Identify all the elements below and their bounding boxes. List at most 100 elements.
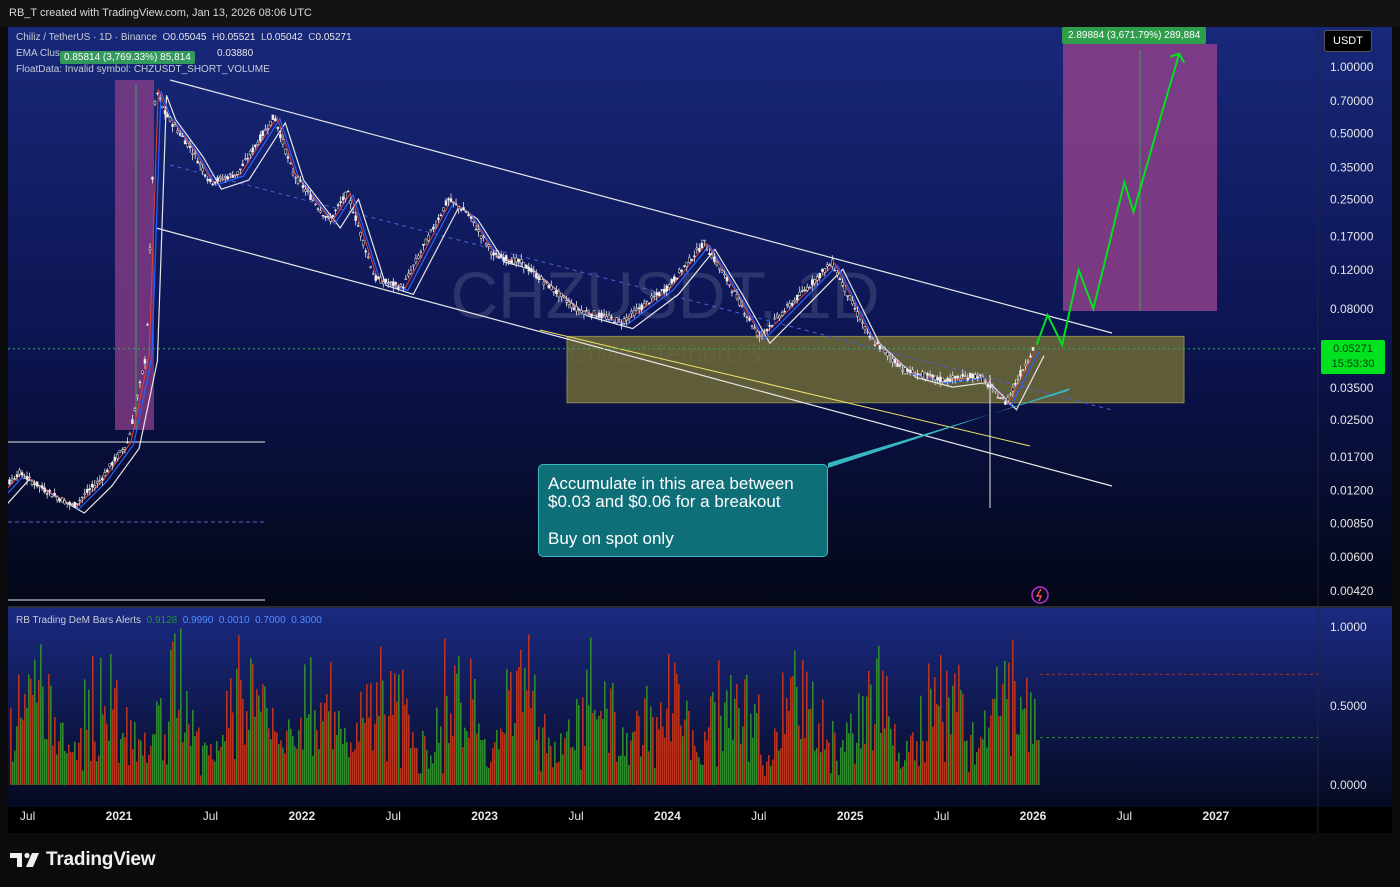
indicator-bar: [136, 761, 138, 785]
indicator-bar: [826, 739, 828, 785]
indicator-bar: [160, 698, 162, 785]
price-candle: [271, 114, 275, 120]
indicator-bar: [600, 710, 602, 785]
indicator-bar: [366, 684, 368, 785]
price-candle: [848, 295, 852, 301]
indicator-bar: [96, 761, 98, 785]
indicator-bar: [502, 731, 504, 785]
indicator-bar: [272, 707, 274, 785]
indicator-bar: [170, 649, 172, 785]
indicator-bar: [448, 743, 450, 785]
indicator-bar: [804, 738, 806, 785]
indicator-bar: [962, 693, 964, 785]
indicator-bar: [740, 743, 742, 785]
indicator-bar: [1038, 740, 1040, 785]
price-tick-label: 0.70000: [1330, 94, 1374, 108]
indicator-bar: [154, 734, 156, 785]
indicator-bar: [46, 739, 48, 785]
indicator-bar: [582, 697, 584, 785]
indicator-bar: [148, 754, 150, 785]
indicator-bar: [658, 729, 660, 785]
indicator-bar: [718, 660, 720, 785]
indicator-bar: [676, 673, 678, 785]
price-candle: [1031, 347, 1035, 352]
indicator-bar: [458, 656, 460, 785]
indicator-bar: [1004, 660, 1006, 785]
indicator-bar: [14, 750, 16, 785]
indicator-bar: [832, 720, 834, 785]
indicator-bar: [894, 723, 896, 785]
indicator-bar: [342, 743, 344, 785]
indicator-bar: [786, 698, 788, 785]
price-candle: [50, 495, 54, 498]
indicator-bar: [592, 712, 594, 785]
indicator-bar: [114, 688, 116, 785]
indicator-bar: [958, 664, 960, 785]
indicator-bar: [554, 741, 556, 785]
indicator-bar: [84, 679, 86, 785]
indicator-bar: [524, 668, 526, 785]
indicator-bar: [50, 685, 52, 785]
indicator-bar: [202, 745, 204, 785]
indicator-bar: [750, 713, 752, 785]
indicator-bar: [634, 731, 636, 785]
indicator-bar: [648, 751, 650, 785]
indicator-bar: [890, 728, 892, 785]
indicator-bar: [744, 679, 746, 785]
measure-badge-left: 0.85814 (3,769.33%) 85,814: [60, 51, 195, 64]
indicator-bar: [66, 753, 68, 785]
indicator-bar: [338, 710, 340, 785]
tradingview-logo[interactable]: TradingView: [10, 847, 156, 873]
indicator-bar: [858, 693, 860, 785]
indicator-bar: [862, 695, 864, 785]
indicator-bar: [974, 764, 976, 785]
indicator-bar: [364, 722, 366, 785]
indicator-bar: [322, 721, 324, 785]
currency-button[interactable]: USDT: [1324, 30, 1372, 52]
indicator-bar: [22, 719, 24, 785]
indicator-bar: [56, 754, 58, 785]
price-tick-label: 0.00420: [1330, 584, 1374, 598]
indicator-bar: [320, 702, 322, 785]
indicator-bar: [784, 733, 786, 785]
indicator-bar: [1012, 639, 1014, 785]
price-tick-label: 0.01200: [1330, 483, 1374, 497]
indicator-bar: [970, 734, 972, 785]
indicator-bar: [938, 705, 940, 785]
indicator-bar: [400, 768, 402, 785]
indicator-bar: [928, 663, 930, 785]
indicator-bar: [54, 716, 56, 785]
indicator-bar: [280, 740, 282, 785]
indicator-bar: [692, 730, 694, 785]
indicator-bar: [146, 762, 148, 785]
indicator-bar: [888, 716, 890, 785]
indicator-bar: [178, 709, 180, 785]
price-tick-label: 0.08000: [1330, 302, 1374, 316]
indicator-bar: [130, 719, 132, 785]
indicator-bar: [946, 670, 948, 785]
open-value: 0.05045: [170, 32, 207, 43]
indicator-bar: [44, 738, 46, 785]
indicator-bar: [334, 711, 336, 785]
indicator-bar: [556, 762, 558, 785]
indicator-tick-label: 0.5000: [1330, 699, 1367, 713]
indicator-bar: [180, 628, 182, 785]
indicator-bar: [328, 711, 330, 785]
chart-frame[interactable]: CHZUSDT, 1DChiliz / TetherUS1.000000.700…: [8, 27, 1392, 833]
indicator-bar: [292, 736, 294, 785]
indicator-bar: [290, 728, 292, 785]
indicator-bar: [522, 711, 524, 785]
price-candle: [424, 238, 428, 245]
indicator-bar: [386, 761, 388, 785]
indicator-bar: [848, 733, 850, 785]
indicator-bar: [104, 706, 106, 785]
indicator-bar: [642, 745, 644, 785]
indicator-bar: [586, 669, 588, 785]
price-chart[interactable]: CHZUSDT, 1DChiliz / TetherUS1.000000.700…: [8, 27, 1392, 833]
indicator-bar: [508, 690, 510, 785]
indicator-bar: [1020, 696, 1022, 785]
indicator-bar: [720, 715, 722, 785]
indicator-bar: [28, 674, 30, 785]
indicator-bar: [140, 740, 142, 785]
indicator-bar: [52, 745, 54, 785]
